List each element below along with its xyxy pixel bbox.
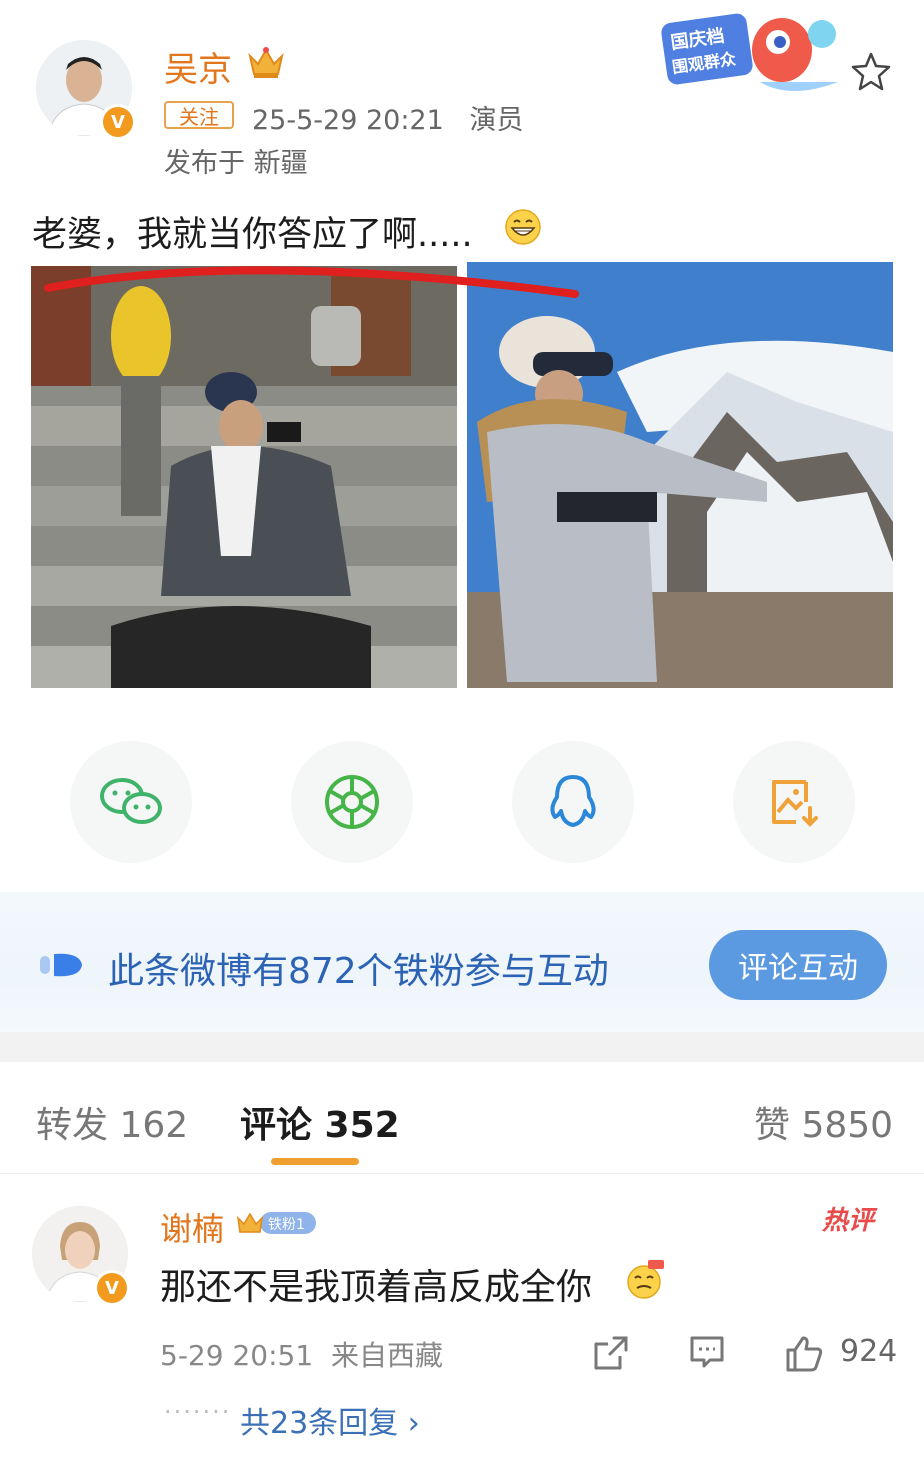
share-wechat-button[interactable]	[70, 741, 192, 863]
tab-comments[interactable]: 评论 352	[240, 1096, 400, 1148]
moments-icon	[325, 775, 379, 829]
share-moments-button[interactable]	[291, 741, 413, 863]
verified-badge-icon: V	[100, 104, 136, 140]
comment-time: 5-29 20:51 来自西藏	[160, 1339, 443, 1372]
iron-fan-badge: 铁粉1	[236, 1208, 316, 1238]
save-image-icon	[772, 780, 818, 827]
reply-dots: ·······	[164, 1398, 232, 1426]
commenter-verified-icon: V	[94, 1270, 130, 1306]
comment-text: 那还不是我顶着高反成全你	[160, 1267, 593, 1308]
comment-like-count: 924	[840, 1334, 898, 1369]
comment-interact-button[interactable]: 评论互动	[709, 930, 887, 1000]
tab-reposts[interactable]: 转发 162	[36, 1096, 188, 1148]
view-replies-link[interactable]: 共23条回复 ›	[240, 1398, 420, 1442]
tab-likes[interactable]: 赞 5850	[754, 1096, 893, 1148]
thinking-emoji-icon	[627, 1260, 664, 1299]
section-divider	[0, 1032, 924, 1062]
like-thumb-icon[interactable]	[784, 1334, 824, 1374]
tabs-divider	[0, 1173, 924, 1174]
share-qq-button[interactable]	[512, 741, 634, 863]
active-tab-indicator	[271, 1158, 359, 1165]
save-image-button[interactable]	[733, 741, 855, 863]
crown-icon	[248, 47, 284, 78]
post-location: 发布于 新疆	[164, 148, 308, 179]
fan-wave-icon	[40, 953, 82, 977]
post-text: 老婆，我就当你答应了啊.....	[32, 215, 473, 255]
fan-interaction-text: 此条微博有872个铁粉参与互动	[108, 951, 609, 992]
grin-emoji-icon	[505, 209, 541, 245]
commenter-name[interactable]: 谢楠	[160, 1204, 224, 1250]
favorite-star-icon[interactable]	[850, 50, 892, 92]
hot-comment-tag: 热评	[822, 1206, 875, 1236]
reply-comment-icon[interactable]	[688, 1334, 726, 1372]
qq-icon	[550, 775, 596, 827]
post-meta: 25-5-29 20:21 演员	[252, 105, 524, 136]
holiday-sticker: 国庆档 围观群众	[650, 8, 850, 100]
author-name[interactable]: 吴京	[164, 42, 232, 91]
follow-button[interactable]: 关注	[164, 101, 234, 129]
post-photo-2[interactable]	[467, 262, 893, 688]
fan-badge-label: 铁粉1	[268, 1217, 305, 1233]
share-comment-icon[interactable]	[592, 1334, 630, 1372]
post-photo-1[interactable]	[31, 266, 457, 688]
wechat-icon	[100, 778, 162, 824]
